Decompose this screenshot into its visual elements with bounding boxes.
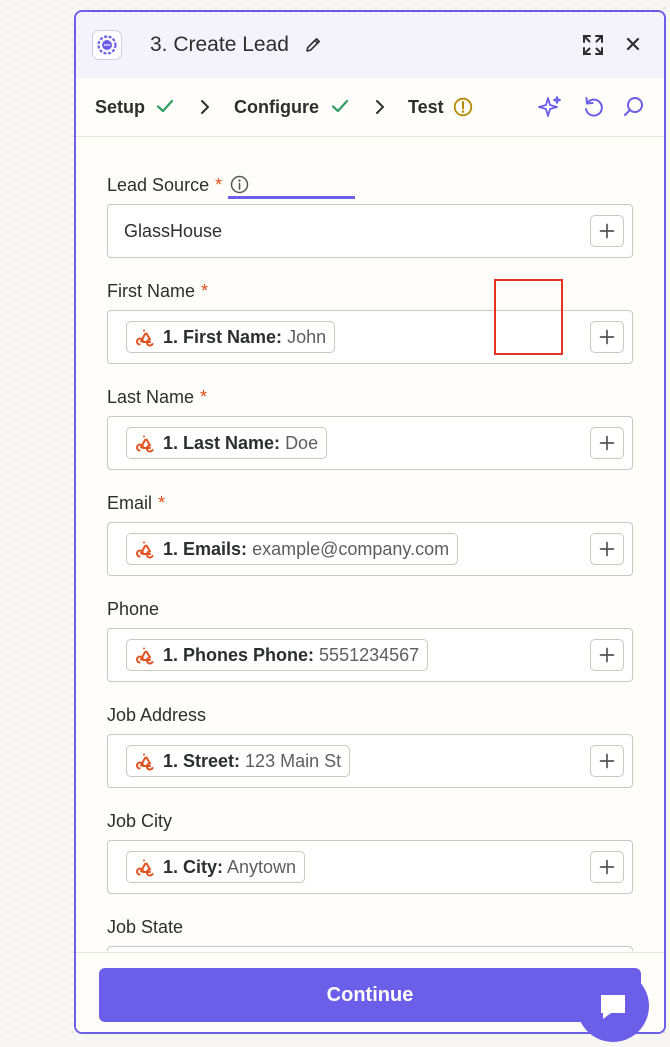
insert-data-button[interactable] xyxy=(590,745,624,777)
step-panel: 3. Create Lead Setup Configure Test Lead… xyxy=(74,10,666,1034)
required-marker: * xyxy=(158,493,166,513)
field-label: Email * xyxy=(107,493,166,513)
highlight-box xyxy=(494,279,563,355)
mapped-data-pill[interactable]: 1. Emails: example@company.com xyxy=(126,533,459,565)
field-label: First Name * xyxy=(107,281,209,301)
expand-icon[interactable] xyxy=(582,34,604,61)
mapped-data-pill[interactable]: 1. City: Anytown xyxy=(126,851,306,883)
tab-test[interactable]: Test xyxy=(408,96,444,118)
fields-list[interactable]: Lead Source * GlassHouse First Name * 1. F… xyxy=(76,137,664,951)
continue-button[interactable]: Continue xyxy=(99,968,641,1022)
webhook-icon xyxy=(135,857,157,887)
insert-data-button[interactable] xyxy=(590,427,624,459)
lead-source-input[interactable]: GlassHouse xyxy=(107,204,633,258)
close-icon[interactable] xyxy=(625,36,641,57)
insert-data-button[interactable] xyxy=(590,321,624,353)
job-state-input[interactable] xyxy=(107,946,633,951)
chat-widget-button[interactable] xyxy=(577,970,649,1042)
plus-icon xyxy=(599,753,615,769)
plus-icon xyxy=(599,541,615,557)
check-icon xyxy=(156,98,174,119)
mapped-data-pill[interactable]: 1. First Name: John xyxy=(126,321,336,353)
plus-icon xyxy=(599,329,615,345)
panel-footer: Continue xyxy=(76,952,664,1032)
field-label: Job State xyxy=(107,917,184,937)
undo-icon[interactable] xyxy=(582,95,604,124)
field-label: Job Address xyxy=(107,705,207,725)
webhook-icon xyxy=(135,539,157,569)
input-value: GlassHouse xyxy=(124,221,223,241)
required-marker: * xyxy=(201,281,209,301)
insert-data-button[interactable] xyxy=(590,639,624,671)
webhook-icon xyxy=(135,433,157,463)
field-label: Phone xyxy=(107,599,160,619)
field-label: Last Name * xyxy=(107,387,208,407)
webhook-icon xyxy=(135,645,157,675)
field-label: Job City xyxy=(107,811,173,831)
chat-icon xyxy=(601,995,625,1019)
plus-icon xyxy=(599,223,615,239)
warning-circle-icon xyxy=(453,97,473,122)
insert-data-button[interactable] xyxy=(590,533,624,565)
plus-icon xyxy=(599,435,615,451)
required-marker: * xyxy=(200,387,208,407)
insert-data-button[interactable] xyxy=(590,215,624,247)
insert-data-button[interactable] xyxy=(590,851,624,883)
mapped-data-pill[interactable]: 1. Street: 123 Main St xyxy=(126,745,351,777)
last-name-input[interactable]: 1. Last Name: Doe xyxy=(107,416,633,470)
step-title[interactable]: 3. Create Lead xyxy=(150,31,289,59)
plus-icon xyxy=(599,859,615,875)
chevron-right-icon xyxy=(200,99,210,120)
edit-pencil-icon[interactable] xyxy=(304,36,322,59)
tab-configure[interactable]: Configure xyxy=(234,96,319,118)
tab-setup[interactable]: Setup xyxy=(95,96,145,118)
email-input[interactable]: 1. Emails: example@company.com xyxy=(107,522,633,576)
mapped-data-pill[interactable]: 1. Phones Phone: 5551234567 xyxy=(126,639,429,671)
plus-icon xyxy=(599,647,615,663)
app-icon xyxy=(92,30,122,60)
webhook-icon xyxy=(135,327,157,357)
panel-header: 3. Create Lead xyxy=(76,12,664,78)
job-city-input[interactable]: 1. City: Anytown xyxy=(107,840,633,894)
search-icon[interactable] xyxy=(623,96,645,123)
webhook-icon xyxy=(135,751,157,781)
chevron-right-icon xyxy=(375,99,385,120)
phone-input[interactable]: 1. Phones Phone: 5551234567 xyxy=(107,628,633,682)
step-tabs: Setup Configure Test xyxy=(76,78,664,199)
mapped-data-pill[interactable]: 1. Last Name: Doe xyxy=(126,427,328,459)
ai-sparkle-icon[interactable] xyxy=(538,95,562,124)
job-address-input[interactable]: 1. Street: 123 Main St xyxy=(107,734,633,788)
required-marker: * xyxy=(215,175,223,195)
info-icon[interactable] xyxy=(230,175,249,199)
check-icon xyxy=(331,98,349,119)
field-label: Lead Source * xyxy=(107,174,249,199)
